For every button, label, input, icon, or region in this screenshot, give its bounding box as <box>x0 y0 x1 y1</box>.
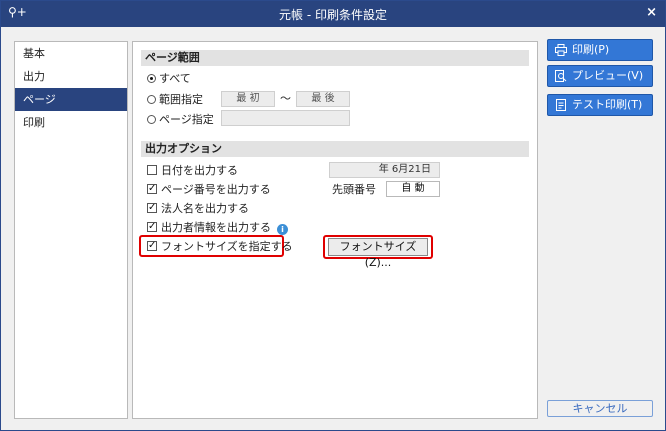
sidebar-item-output[interactable]: 出力 <box>15 65 127 88</box>
test-print-button[interactable]: テスト印刷(T) <box>547 94 653 116</box>
settings-panel: ページ範囲 すべて 範囲指定 最 初 〜 最 後 ページ指定 出力オプション 日… <box>132 41 538 419</box>
font-size-button[interactable]: フォントサイズ(Z)... <box>328 238 428 269</box>
font-size-checkbox[interactable] <box>147 239 157 253</box>
date-option[interactable]: 日付を出力する <box>147 164 238 178</box>
sidebar-item-print[interactable]: 印刷 <box>15 111 127 134</box>
radio-page-spec-label: ページ指定 <box>159 113 214 126</box>
cancel-button[interactable]: キャンセル <box>547 400 653 417</box>
range-separator: 〜 <box>280 92 291 105</box>
range-to-field[interactable]: 最 後 <box>296 91 350 107</box>
window-title: 元帳 - 印刷条件設定 <box>279 8 387 22</box>
date-option-label: 日付を出力する <box>161 164 238 177</box>
sidebar-item-page[interactable]: ページ <box>15 88 127 111</box>
sidebar-item-basic[interactable]: 基本 <box>15 42 127 65</box>
title-bar: ⚲+ 元帳 - 印刷条件設定 × <box>1 1 665 27</box>
print-label: 印刷(P) <box>572 43 610 56</box>
info-icon[interactable]: i <box>277 224 288 235</box>
preview-button[interactable]: プレビュー(V) <box>547 65 653 87</box>
page-range-header: ページ範囲 <box>141 50 529 66</box>
radio-page-spec-indicator[interactable] <box>147 115 156 124</box>
radio-all[interactable]: すべて <box>147 72 191 86</box>
font-size-option[interactable]: フォントサイズを指定する <box>147 239 293 254</box>
outputter-checkbox[interactable] <box>147 220 157 234</box>
radio-all-indicator[interactable] <box>147 74 156 83</box>
range-from-field[interactable]: 最 初 <box>221 91 275 107</box>
radio-page-spec[interactable]: ページ指定 <box>147 113 214 127</box>
dialog-window: ⚲+ 元帳 - 印刷条件設定 × 基本 出力 ページ 印刷 ページ範囲 すべて … <box>0 0 666 431</box>
close-icon[interactable]: × <box>646 5 657 20</box>
page-number-option[interactable]: ページ番号を出力する <box>147 182 271 197</box>
date-checkbox[interactable] <box>147 165 157 175</box>
preview-icon <box>555 70 567 82</box>
test-print-icon <box>556 99 566 111</box>
print-button[interactable]: 印刷(P) <box>547 39 653 61</box>
font-size-label: フォントサイズを指定する <box>161 240 293 253</box>
start-number-field[interactable]: 自 動 <box>386 181 440 197</box>
corp-name-label: 法人名を出力する <box>161 202 249 215</box>
preview-label: プレビュー(V) <box>572 69 644 82</box>
radio-all-label: すべて <box>159 72 191 85</box>
start-number-label: 先頭番号 <box>332 183 376 196</box>
corp-name-option[interactable]: 法人名を出力する <box>147 201 249 216</box>
corp-name-checkbox[interactable] <box>147 201 157 215</box>
printer-icon <box>555 44 567 56</box>
radio-range[interactable]: 範囲指定 <box>147 93 203 107</box>
page-number-label: ページ番号を出力する <box>161 183 271 196</box>
radio-range-label: 範囲指定 <box>159 93 203 106</box>
page-number-checkbox[interactable] <box>147 182 157 196</box>
output-options-header: 出力オプション <box>141 141 529 157</box>
outputter-label: 出力者情報を出力する <box>161 221 271 234</box>
outputter-option[interactable]: 出力者情報を出力する i <box>147 220 288 235</box>
sidebar: 基本 出力 ページ 印刷 <box>14 41 128 419</box>
radio-range-indicator[interactable] <box>147 95 156 104</box>
page-spec-field[interactable] <box>221 110 350 126</box>
test-print-label: テスト印刷(T) <box>572 98 643 111</box>
date-field[interactable]: 年 6月21日 <box>329 162 440 178</box>
